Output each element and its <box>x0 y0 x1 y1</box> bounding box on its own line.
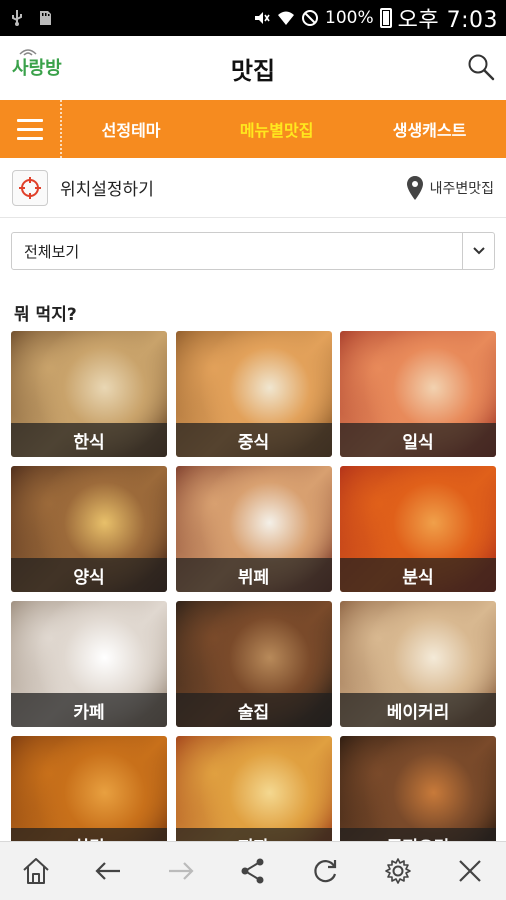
category-tile[interactable]: 퓨전요리 <box>340 736 496 841</box>
mute-icon <box>255 12 270 24</box>
category-tile[interactable]: 카페 <box>11 601 167 727</box>
food-photo <box>340 736 496 841</box>
food-photo <box>175 736 332 841</box>
category-label: 한식 <box>11 423 167 457</box>
category-label: 술집 <box>175 693 332 727</box>
settings-icon[interactable] <box>378 851 418 891</box>
share-icon[interactable] <box>233 851 273 891</box>
filter-selected-value: 전체보기 <box>24 242 80 261</box>
battery-percent: 100% <box>325 8 374 28</box>
category-label: 피자 <box>175 828 332 841</box>
chevron-down-icon[interactable] <box>462 233 494 269</box>
home-icon[interactable] <box>16 851 56 891</box>
category-label: 카페 <box>11 693 167 727</box>
tab-live-cast[interactable]: 생생캐스트 <box>393 117 467 141</box>
sd-card-icon <box>40 11 51 25</box>
battery-icon <box>379 8 392 28</box>
clock: 오후 7:03 <box>397 8 498 33</box>
section-title: 뭐 먹지? <box>14 305 77 325</box>
page-title: 맛집 <box>230 56 276 85</box>
category-label: 일식 <box>340 423 496 457</box>
category-nav: 선정테마 메뉴별맛집 생생캐스트 <box>0 100 506 158</box>
logo-wifi-icon <box>19 49 37 56</box>
category-label: 중식 <box>175 423 332 457</box>
category-label: 베이커리 <box>340 693 496 727</box>
forward-arrow-icon[interactable] <box>161 851 201 891</box>
logo-text: 사랑방 <box>12 58 62 79</box>
app-header: 사랑방 맛집 <box>0 36 506 100</box>
category-label: 치킨 <box>11 828 167 841</box>
category-tile[interactable]: 한식 <box>11 331 167 457</box>
category-label: 분식 <box>340 558 496 592</box>
category-tile[interactable]: 양식 <box>11 466 167 592</box>
back-arrow-icon[interactable] <box>88 851 128 891</box>
tab-selected-theme[interactable]: 선정테마 <box>102 117 161 141</box>
food-photo <box>11 736 167 841</box>
tab-menu-restaurants[interactable]: 메뉴별맛집 <box>240 117 314 141</box>
logo[interactable]: 사랑방 <box>12 49 62 80</box>
category-tile[interactable]: 피자 <box>175 736 332 841</box>
location-target-button[interactable] <box>12 169 48 206</box>
category-label: 양식 <box>11 558 167 592</box>
no-disturb-icon <box>302 10 318 26</box>
category-tile[interactable]: 뷔페 <box>175 466 332 592</box>
category-grid: 한식중식일식양식뷔페분식카페술집베이커리치킨 피자 퓨전요리 <box>11 331 497 841</box>
category-tile[interactable]: 술집 <box>175 601 332 727</box>
category-tile[interactable]: 중식 <box>175 331 332 457</box>
search-icon[interactable] <box>466 52 496 82</box>
filter-dropdown[interactable]: 전체보기 <box>11 232 495 270</box>
category-label: 뷔페 <box>175 558 332 592</box>
nearby-label: 내주변맛집 <box>429 180 494 197</box>
hamburger-icon[interactable] <box>0 100 62 158</box>
location-row: 위치설정하기 내주변맛집 <box>0 158 506 218</box>
map-pin-icon <box>406 175 423 200</box>
refresh-icon[interactable] <box>305 851 345 891</box>
nearby-restaurants-button[interactable]: 내주변맛집 <box>406 175 494 201</box>
category-tile[interactable]: 일식 <box>340 331 496 457</box>
usb-icon <box>12 10 22 26</box>
status-left <box>8 9 54 27</box>
status-bar: 100% 오후 7:03 <box>0 0 506 36</box>
category-tile[interactable]: 치킨 <box>11 736 167 841</box>
bottom-toolbar <box>0 841 506 900</box>
set-location-link[interactable]: 위치설정하기 <box>60 175 154 200</box>
category-tile[interactable]: 분식 <box>340 466 496 592</box>
category-tile[interactable]: 베이커리 <box>340 601 496 727</box>
status-right: 100% 오후 7:03 <box>253 2 498 34</box>
crosshair-icon <box>19 176 41 199</box>
wifi-icon <box>278 11 294 25</box>
nav-tabs: 선정테마 메뉴별맛집 생생캐스트 <box>62 117 506 141</box>
close-icon[interactable] <box>450 851 490 891</box>
category-label: 퓨전요리 <box>340 828 496 841</box>
